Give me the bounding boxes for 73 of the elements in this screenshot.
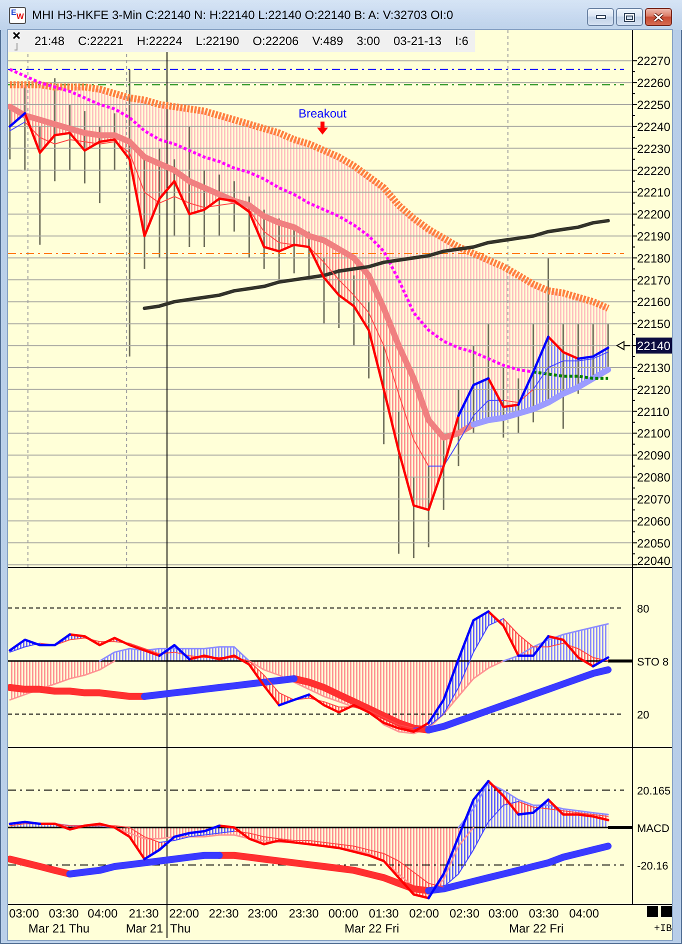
corner-label: +IB [654, 924, 672, 935]
window-title: MHI H3-HKFE 3-Min C:22140 N: H:22140 L:22140 O:22140 B: A: V:32703 OI:0 [32, 8, 454, 22]
time-label: 03:00 [8, 906, 40, 920]
close-button[interactable] [645, 8, 672, 26]
axis-label: 80 [637, 604, 650, 616]
info-field: 03-21-13 [394, 34, 442, 48]
maximize-button[interactable] [616, 8, 643, 26]
axis-label: 22220 [637, 164, 670, 178]
axis-label: 22060 [637, 514, 670, 528]
current-price-label: 22140 [636, 338, 672, 354]
time-label: 23:00 [248, 906, 278, 920]
info-field: C:22221 [78, 34, 124, 48]
axis-label: 22210 [637, 186, 670, 200]
axis-label: 20.165 [637, 786, 671, 798]
axis-label: 22200 [637, 208, 670, 222]
time-label: 04:00 [569, 906, 600, 920]
time-label: 22:00 [169, 906, 200, 920]
close-icon[interactable] [12, 32, 20, 38]
time-label: 02:00 [409, 906, 440, 920]
date-label: Mar 22 Fri [508, 922, 564, 936]
time-label: 02:30 [449, 906, 480, 920]
info-field: L:22190 [196, 34, 240, 48]
info-field: 21:48 [34, 34, 65, 48]
axis-label: 22130 [637, 361, 670, 375]
app-logo: EW [9, 6, 26, 24]
axis-label: 22170 [637, 273, 670, 288]
info-field: 3:00 [356, 34, 380, 48]
maximize-icon [624, 12, 635, 22]
date-label: Mar 21 [126, 922, 164, 936]
axis-label: 22270 [637, 54, 670, 68]
time-label: 03:30 [528, 906, 559, 920]
time-label: 23:30 [288, 906, 319, 920]
date-label: Mar 22 Fri [344, 922, 400, 936]
minimize-button[interactable] [587, 8, 614, 26]
info-field: O:22206 [252, 34, 299, 48]
axis-label: 22160 [637, 295, 670, 310]
minimize-icon [596, 15, 606, 19]
hook-icon [14, 42, 18, 50]
axis-label: 22120 [637, 382, 670, 397]
axis-label: STO 8 [637, 656, 669, 668]
close-icon [653, 12, 664, 22]
axis-label: 22070 [637, 492, 670, 506]
date-label: Mar 21 Thu [28, 922, 90, 936]
time-label: 03:00 [488, 906, 518, 920]
axis-label: MACD [637, 823, 670, 835]
time-label: 22:30 [208, 906, 239, 920]
time-label: 04:00 [88, 906, 118, 920]
axis-label: 22050 [637, 536, 670, 550]
info-field: H:22224 [136, 34, 182, 48]
axis-label: 22260 [637, 76, 670, 90]
time-label: 00:00 [328, 906, 358, 920]
pointer-icon [616, 340, 630, 350]
info-field: I:6 [455, 34, 468, 48]
axis-label: 22180 [637, 251, 670, 266]
date-label: Thu [170, 922, 191, 936]
axis-label: 22100 [637, 426, 670, 441]
annotation-label: Breakout [298, 106, 347, 120]
axis-label: 22250 [637, 98, 670, 112]
axis-label: 20 [637, 710, 650, 722]
axis-label: -20.16 [637, 860, 668, 872]
axis-label: 22040 [637, 554, 670, 568]
time-label: 01:30 [368, 906, 399, 920]
axis-label: 22230 [637, 142, 670, 156]
axis-label: 22150 [637, 317, 670, 332]
time-label: 21:30 [128, 906, 159, 920]
axis-label: 22110 [637, 404, 670, 419]
info-field: V:489 [312, 34, 344, 48]
axis-label: 22080 [637, 470, 670, 485]
time-label: 03:30 [48, 906, 79, 920]
axis-label: 22090 [637, 448, 670, 463]
down-arrow-icon [317, 122, 328, 135]
axis-label: 22190 [637, 230, 670, 244]
axis-label: 22240 [637, 120, 670, 134]
